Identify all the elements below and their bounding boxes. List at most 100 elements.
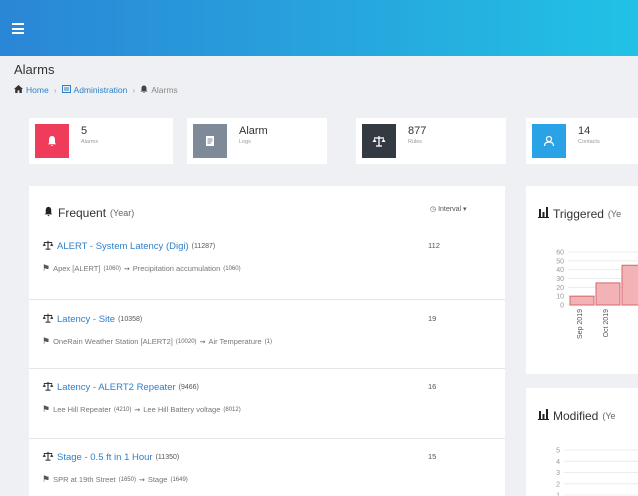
source-id: (1650) xyxy=(118,476,136,483)
menu-icon[interactable] xyxy=(12,23,24,34)
rule-link[interactable]: Stage - 0.5 ft in 1 Hour (11350) xyxy=(42,451,492,464)
modified-chart: 1 2 3 4 5 xyxy=(556,448,638,496)
stat-card-alarms[interactable]: 5 Alarms xyxy=(29,118,173,164)
y-tick-label: 60 xyxy=(556,250,564,257)
page-title: Alarms xyxy=(14,62,55,77)
stat-value: Alarm xyxy=(239,125,268,137)
divider xyxy=(29,299,505,300)
y-tick-label: 1 xyxy=(556,493,560,496)
scale-icon xyxy=(42,381,54,394)
breadcrumb-home[interactable]: Home xyxy=(26,85,49,95)
rule-link[interactable]: ALERT - System Latency (Digi) (11287) xyxy=(42,240,492,253)
scale-icon xyxy=(42,240,54,253)
sensor-id: (8012) xyxy=(223,406,241,413)
source-id: (10020) xyxy=(175,338,197,345)
bell-icon xyxy=(43,206,54,220)
trigger-count: 16 xyxy=(428,382,437,391)
x-tick-label: Oct 2019 xyxy=(603,309,610,338)
stat-label: Contacts xyxy=(578,139,600,145)
sensor-name: Air Temperature xyxy=(208,337,262,346)
y-tick-label: 0 xyxy=(560,303,564,310)
rule-detail: ⚑ Lee Hill Repeater (4210) ⇝ Lee Hill Ba… xyxy=(42,404,492,415)
signal-arrow-icon: ⇝ xyxy=(123,265,130,273)
stat-label: Rules xyxy=(408,139,423,145)
home-icon[interactable] xyxy=(14,85,23,95)
triggered-panel-title: Triggered (Ye xyxy=(538,207,621,221)
y-tick-label: 4 xyxy=(556,459,560,466)
signal-arrow-icon: ⇝ xyxy=(138,476,145,484)
frequent-panel-title: Frequent (Year) xyxy=(43,206,134,220)
sensor-name: Stage xyxy=(147,475,168,484)
y-tick-label: 2 xyxy=(556,481,560,488)
stat-label: Logs xyxy=(239,139,251,145)
breadcrumb-current: Alarms xyxy=(151,85,178,95)
rule-detail: ⚑ Apex [ALERT] (1060) ⇝ Precipitation ac… xyxy=(42,263,492,274)
interval-label: Interval xyxy=(438,206,462,213)
signal-arrow-icon: ⇝ xyxy=(199,338,206,346)
caret-down-icon: ▾ xyxy=(462,206,467,213)
clock-icon: ◷ xyxy=(430,206,437,213)
bell-icon xyxy=(35,124,69,158)
breadcrumb-administration[interactable]: Administration xyxy=(74,85,128,95)
rule-link[interactable]: Latency - ALERT2 Repeater (9466) xyxy=(42,381,492,394)
rule-detail: ⚑ OneRain Weather Station [ALERT2] (1002… xyxy=(42,336,492,347)
rule-id: (11350) xyxy=(155,454,180,461)
divider xyxy=(29,368,505,369)
flag-icon: ⚑ xyxy=(42,474,51,484)
stat-value: 14 xyxy=(578,125,591,137)
rule-link[interactable]: Latency - Site (10358) xyxy=(42,313,492,326)
interval-dropdown[interactable]: ◷ Interval ▾ xyxy=(430,205,467,213)
rule-title: Stage - 0.5 ft in 1 Hour xyxy=(57,452,153,463)
trigger-count: 19 xyxy=(428,314,437,323)
stat-card-rules[interactable]: 877 Rules xyxy=(356,118,506,164)
y-tick-label: 10 xyxy=(556,294,564,301)
rule-id: (10358) xyxy=(118,316,143,323)
sensor-name: Precipitation accumulation xyxy=(132,264,221,273)
x-tick-label: Sep 2019 xyxy=(577,309,584,339)
scale-icon xyxy=(42,313,54,326)
sensor-id: (1) xyxy=(264,338,272,345)
y-tick-label: 20 xyxy=(556,285,564,292)
y-tick-label: 30 xyxy=(556,276,564,283)
y-tick-label: 50 xyxy=(556,258,564,265)
rule-title: Latency - Site xyxy=(57,314,116,325)
stat-value: 877 xyxy=(408,125,427,137)
source-name: OneRain Weather Station [ALERT2] xyxy=(53,337,173,346)
trigger-count: 112 xyxy=(428,241,440,250)
breadcrumb: Home › Administration › Alarms xyxy=(14,85,178,95)
stat-card-logs[interactable]: Alarm Logs xyxy=(187,118,327,164)
triggered-chart: 0 10 20 30 40 5060 Sep 2019 Oct 2019 xyxy=(556,250,638,339)
panel-title-text: Frequent xyxy=(58,206,107,220)
bar xyxy=(569,295,595,306)
source-name: Lee Hill Repeater xyxy=(53,405,112,414)
bar-chart-icon xyxy=(538,207,549,221)
rule-title: ALERT - System Latency (Digi) xyxy=(57,241,189,252)
scale-icon xyxy=(362,124,396,158)
source-name: Apex [ALERT] xyxy=(53,264,101,273)
panel-period: (Year) xyxy=(110,208,135,218)
breadcrumb-separator: › xyxy=(53,85,57,95)
admin-icon xyxy=(61,85,71,95)
sensor-id: (1060) xyxy=(223,265,241,272)
rule-id: (11287) xyxy=(191,243,216,250)
breadcrumb-separator: › xyxy=(132,85,136,95)
source-name: SPR at 19th Street xyxy=(53,475,116,484)
signal-arrow-icon: ⇝ xyxy=(134,406,141,414)
source-id: (1060) xyxy=(103,265,121,272)
bar xyxy=(595,282,621,306)
document-icon xyxy=(193,124,227,158)
top-navbar xyxy=(0,0,638,56)
sensor-id: (1649) xyxy=(170,476,188,483)
sensor-name: Lee Hill Battery voltage xyxy=(143,405,221,414)
panel-title-text: Triggered xyxy=(553,207,604,221)
list-item: ALERT - System Latency (Digi) (11287) 11… xyxy=(42,240,492,274)
rule-title: Latency - ALERT2 Repeater xyxy=(57,382,176,393)
bar xyxy=(621,264,638,306)
divider xyxy=(29,438,505,439)
rule-detail: ⚑ SPR at 19th Street (1650) ⇝ Stage (164… xyxy=(42,474,492,485)
bell-icon xyxy=(140,85,148,95)
y-tick-label: 5 xyxy=(556,448,560,455)
stat-card-contacts[interactable]: 14 Contacts xyxy=(526,118,638,164)
source-id: (4210) xyxy=(114,406,132,413)
list-item: Stage - 0.5 ft in 1 Hour (11350) 15 ⚑ SP… xyxy=(42,451,492,485)
